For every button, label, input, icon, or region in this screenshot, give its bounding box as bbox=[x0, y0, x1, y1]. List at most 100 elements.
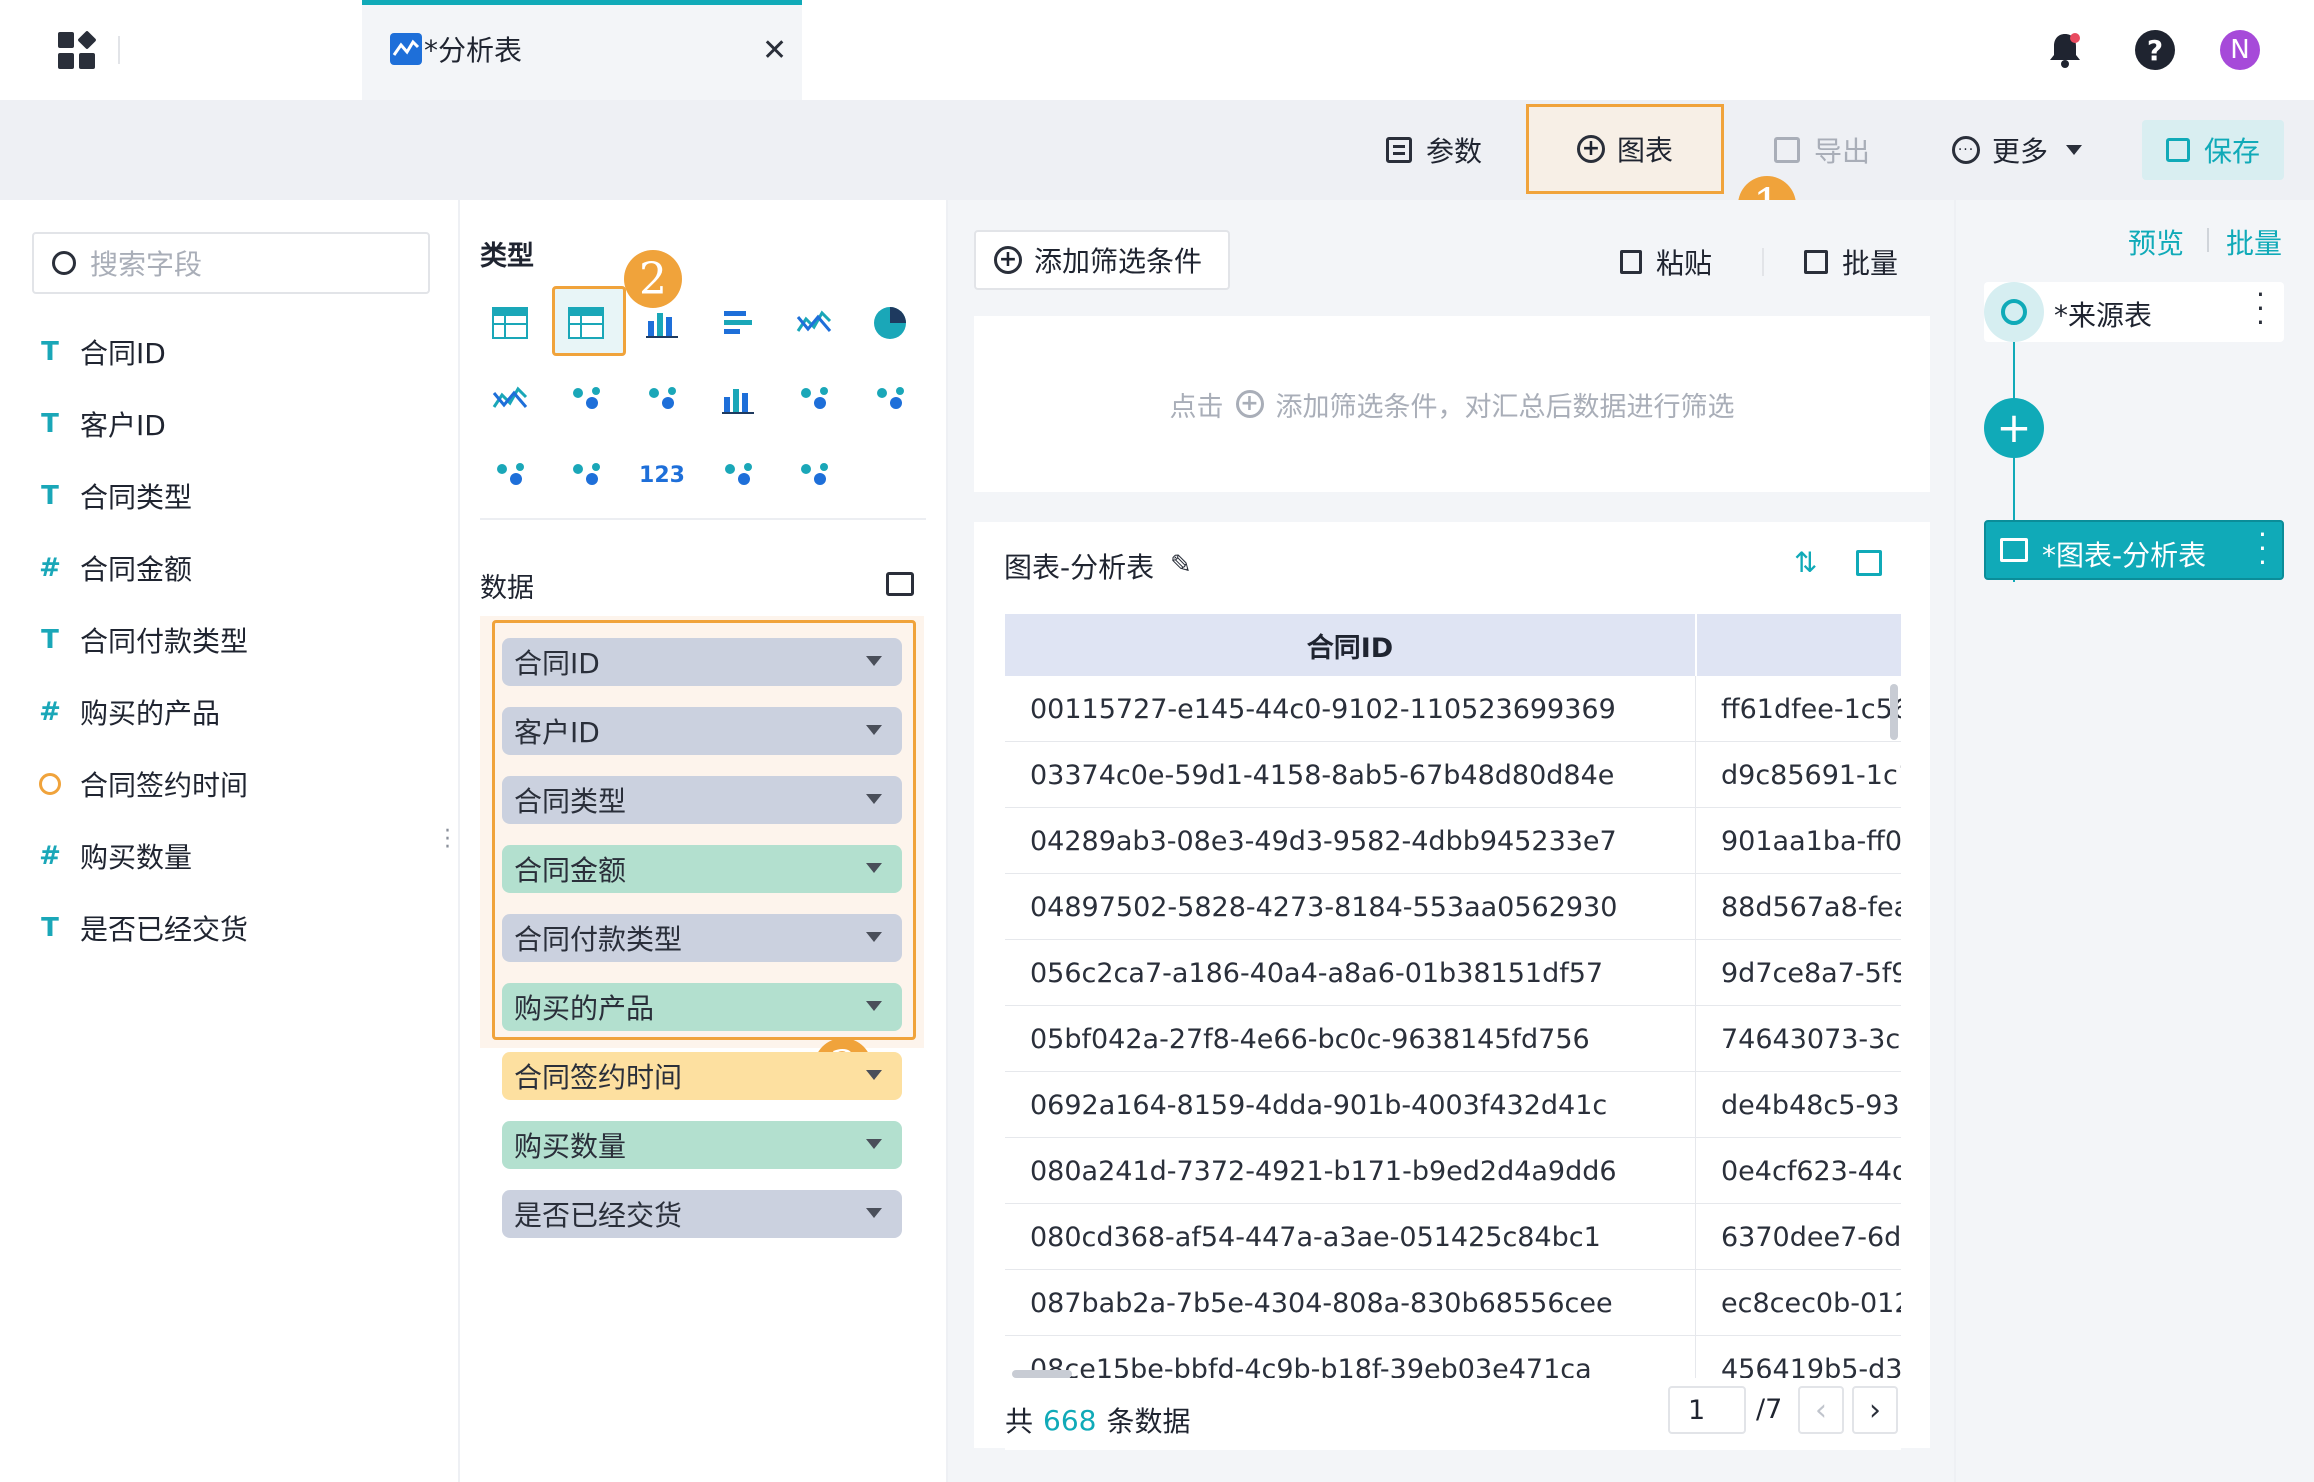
chevron-down-icon[interactable] bbox=[866, 656, 882, 666]
field-item[interactable]: T 客户ID bbox=[30, 399, 166, 449]
pill-label: 客户ID bbox=[514, 716, 600, 749]
pie-chart-icon[interactable] bbox=[866, 299, 914, 347]
page-input[interactable]: 1 bbox=[1668, 1386, 1746, 1434]
gauge-icon[interactable] bbox=[638, 375, 686, 423]
data-field-pill[interactable]: 合同付款类型 bbox=[502, 914, 902, 962]
table-row[interactable]: 05bf042a-27f8-4e66-bc0c-9638145fd756 7464… bbox=[1005, 1006, 1901, 1072]
params-button[interactable]: 参数 bbox=[1386, 100, 1482, 200]
data-field-pill[interactable]: 是否已经交货 bbox=[502, 1190, 902, 1238]
table-row[interactable]: 04897502-5828-4273-8184-553aa0562930 88d5… bbox=[1005, 874, 1901, 940]
table-row[interactable]: 080a241d-7372-4921-b171-b9ed2d4a9dd6 0e4c… bbox=[1005, 1138, 1901, 1204]
toolbox-icon[interactable] bbox=[886, 572, 914, 596]
scrollbar-horizontal[interactable] bbox=[1012, 1370, 1072, 1378]
chevron-down-icon[interactable] bbox=[866, 863, 882, 873]
chevron-down-icon[interactable] bbox=[866, 725, 882, 735]
table-row[interactable]: 0692a164-8159-4dda-901b-4003f432d41c de4b… bbox=[1005, 1072, 1901, 1138]
text-field-icon: T bbox=[41, 625, 59, 655]
table-row[interactable]: 04289ab3-08e3-49d3-9582-4dbb945233e7 901a… bbox=[1005, 808, 1901, 874]
add-node-button[interactable]: + bbox=[1984, 398, 2044, 458]
chevron-down-icon[interactable] bbox=[866, 1139, 882, 1149]
chevron-down-icon[interactable] bbox=[866, 1001, 882, 1011]
field-item[interactable]: # 合同金额 bbox=[30, 543, 192, 593]
table-icon bbox=[2000, 538, 2028, 562]
add-circle-icon: + bbox=[994, 246, 1022, 274]
sort-icon[interactable]: ⇅ bbox=[1794, 546, 1817, 579]
data-field-pill[interactable]: 客户ID bbox=[502, 707, 902, 755]
field-item[interactable]: T 合同ID bbox=[30, 327, 166, 377]
chart-button[interactable]: + 图表 bbox=[1526, 104, 1724, 194]
number-card-icon[interactable]: 123 bbox=[638, 451, 686, 499]
source-node-label: *来源表 bbox=[2054, 299, 2153, 332]
field-panel: 搜索字段 T 合同ID T 客户ID T 合同类型 # 合同金额 T 合同付款类型 # 购买的产品 合同… bbox=[0, 200, 458, 1482]
expand-icon[interactable] bbox=[1856, 550, 1882, 576]
field-item[interactable]: # 购买数量 bbox=[30, 831, 192, 881]
help-icon[interactable]: ? bbox=[2135, 30, 2175, 70]
more-button[interactable]: ··· 更多 bbox=[1952, 100, 2083, 200]
panel-resize-handle[interactable]: · · · bbox=[444, 821, 451, 859]
flow-batch-link[interactable]: 批量 bbox=[2226, 222, 2282, 262]
chevron-down-icon[interactable] bbox=[866, 1208, 882, 1218]
field-item[interactable]: T 是否已经交货 bbox=[30, 903, 248, 953]
filter-hint-area[interactable]: 点击 + 添加筛选条件，对汇总后数据进行筛选 bbox=[974, 316, 1930, 492]
app-grid-icon[interactable] bbox=[58, 30, 97, 70]
bell-icon[interactable] bbox=[2046, 30, 2084, 70]
pivot-table-icon[interactable] bbox=[486, 299, 534, 347]
scatter-icon[interactable] bbox=[790, 375, 838, 423]
horizontal-bar-icon[interactable] bbox=[714, 299, 762, 347]
data-field-pill[interactable]: 购买的产品 bbox=[502, 983, 902, 1031]
map-icon[interactable] bbox=[562, 375, 610, 423]
pill-label: 合同金额 bbox=[514, 854, 627, 887]
add-filter-button[interactable]: + 添加筛选条件 bbox=[974, 230, 1230, 290]
data-field-pill[interactable]: 购买数量 bbox=[502, 1121, 902, 1169]
line-chart-icon[interactable] bbox=[790, 299, 838, 347]
data-field-pill[interactable]: 合同签约时间 bbox=[502, 1052, 902, 1100]
divider bbox=[1762, 248, 1764, 276]
data-title: 数据 bbox=[480, 573, 534, 604]
field-item[interactable]: T 合同付款类型 bbox=[30, 615, 248, 665]
close-icon[interactable]: ✕ bbox=[762, 33, 787, 68]
column-header-contract-id[interactable]: 合同ID bbox=[1005, 614, 1695, 676]
word-cloud-icon[interactable] bbox=[714, 451, 762, 499]
data-field-pill[interactable]: 合同金额 bbox=[502, 845, 902, 893]
batch-button[interactable]: 批量 bbox=[1804, 242, 1898, 282]
field-item[interactable]: T 合同类型 bbox=[30, 471, 192, 521]
node-menu-icon[interactable]: · · · bbox=[2256, 281, 2265, 337]
scrollbar-vertical[interactable] bbox=[1890, 684, 1898, 740]
chart-node[interactable]: *图表-分析表 · · · bbox=[1984, 520, 2284, 580]
field-item[interactable]: 合同签约时间 bbox=[30, 759, 248, 809]
paste-button[interactable]: 粘贴 bbox=[1620, 242, 1712, 282]
edit-icon[interactable]: ✎ bbox=[1170, 550, 1192, 580]
chevron-down-icon[interactable] bbox=[866, 932, 882, 942]
combo-chart-icon[interactable] bbox=[714, 375, 762, 423]
search-input[interactable]: 搜索字段 bbox=[32, 232, 430, 294]
save-button[interactable]: 保存 bbox=[2142, 120, 2284, 180]
table-row[interactable]: 00115727-e145-44c0-9102-110523699369 ff61… bbox=[1005, 676, 1901, 742]
table-row[interactable]: 056c2ca7-a186-40a4-a8a6-01b38151df57 9d7c… bbox=[1005, 940, 1901, 1006]
cell-contract-id: 00115727-e145-44c0-9102-110523699369 bbox=[1030, 693, 1616, 725]
bar-chart-icon[interactable] bbox=[638, 299, 686, 347]
heatmap-icon[interactable] bbox=[790, 451, 838, 499]
chevron-down-icon[interactable] bbox=[866, 1070, 882, 1080]
area-chart-icon[interactable] bbox=[486, 375, 534, 423]
table-row[interactable]: 03374c0e-59d1-4158-8ab5-67b48d80d84e d9c8… bbox=[1005, 742, 1901, 808]
table-row[interactable]: 087bab2a-7b5e-4304-808a-830b68556cee ec8c… bbox=[1005, 1270, 1901, 1336]
field-item[interactable]: # 购买的产品 bbox=[30, 687, 220, 737]
node-menu-icon[interactable]: · · · bbox=[2258, 521, 2267, 577]
treemap-icon[interactable] bbox=[866, 375, 914, 423]
next-page-button[interactable]: › bbox=[1852, 1386, 1898, 1434]
table-icon[interactable] bbox=[562, 299, 610, 347]
radar-icon[interactable] bbox=[486, 451, 534, 499]
data-field-pill[interactable]: 合同类型 bbox=[502, 776, 902, 824]
tab-analysis-table[interactable]: *分析表 ✕ bbox=[362, 0, 802, 100]
preview-link[interactable]: 预览 bbox=[2128, 222, 2184, 262]
page-total: /7 bbox=[1756, 1394, 1783, 1425]
prev-page-button[interactable]: ‹ bbox=[1798, 1386, 1844, 1434]
funnel-icon[interactable] bbox=[562, 451, 610, 499]
avatar[interactable]: N bbox=[2220, 30, 2260, 70]
table-row[interactable]: 080cd368-af54-447a-a3ae-051425c84bc1 6370… bbox=[1005, 1204, 1901, 1270]
data-field-pill[interactable]: 合同ID bbox=[502, 638, 902, 686]
chevron-down-icon[interactable] bbox=[866, 794, 882, 804]
source-node[interactable]: *来源表 · · · bbox=[1984, 281, 2284, 342]
pill-label: 购买数量 bbox=[514, 1130, 627, 1163]
text-field-icon: T bbox=[41, 409, 59, 439]
